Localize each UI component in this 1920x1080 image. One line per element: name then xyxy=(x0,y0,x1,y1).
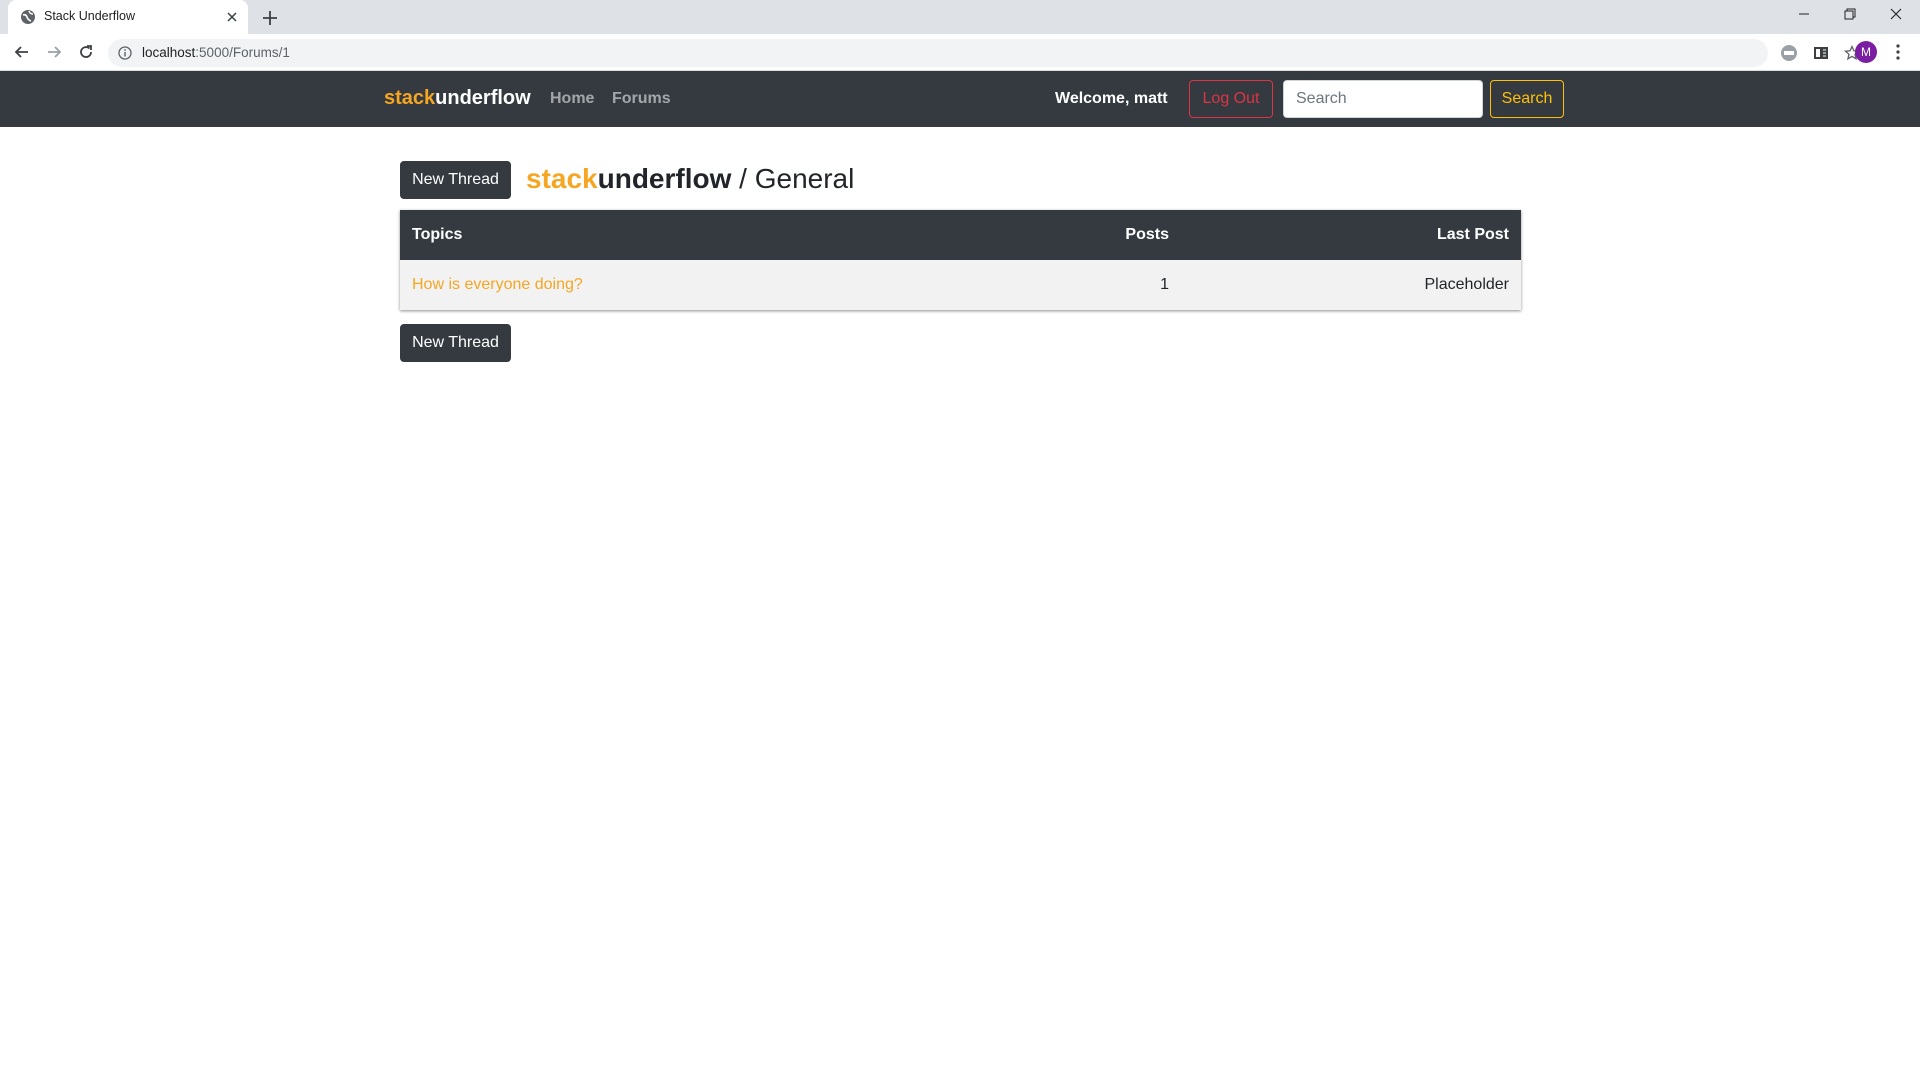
plus-icon[interactable] xyxy=(260,8,280,28)
brand-prefix: stack xyxy=(384,87,436,109)
nav-link-forums[interactable]: Forums xyxy=(612,90,671,108)
globe-icon xyxy=(21,10,35,24)
url-host: localhost xyxy=(142,45,196,60)
tab-title: Stack Underflow xyxy=(44,9,136,23)
column-header-last-post: Last Post xyxy=(1181,210,1521,260)
extension-icon[interactable] xyxy=(1780,44,1798,62)
search-input[interactable] xyxy=(1283,80,1483,118)
site-navbar: stackunderflow Home Forums Welcome, matt… xyxy=(0,71,1920,127)
title-brand-prefix: stack xyxy=(526,163,598,194)
browser-tab[interactable]: Stack Underflow xyxy=(8,0,248,34)
search-button[interactable]: Search xyxy=(1490,80,1564,118)
forward-arrow-icon[interactable] xyxy=(44,42,64,62)
column-header-topics: Topics xyxy=(400,210,981,260)
table-header-row: Topics Posts Last Post xyxy=(400,210,1521,260)
brand-logo[interactable]: stackunderflow xyxy=(384,87,531,110)
browser-toolbar: localhost:5000/Forums/1 M xyxy=(0,34,1920,71)
new-thread-button-top[interactable]: New Thread xyxy=(400,161,511,199)
restore-icon[interactable] xyxy=(1840,6,1860,22)
info-icon[interactable] xyxy=(118,46,132,60)
reload-icon[interactable] xyxy=(76,42,96,62)
page-title: stackunderflow / General xyxy=(526,163,854,195)
brand-suffix: underflow xyxy=(435,87,531,109)
window-close-icon[interactable] xyxy=(1886,6,1906,22)
address-bar[interactable]: localhost:5000/Forums/1 xyxy=(108,39,1860,67)
title-brand-suffix: underflow xyxy=(597,163,732,194)
posts-count-cell: 1 xyxy=(981,260,1181,310)
title-forum-name: / General xyxy=(731,163,855,194)
topics-table: Topics Posts Last Post How is everyone d… xyxy=(400,210,1521,310)
topic-cell: How is everyone doing? xyxy=(400,260,981,310)
reading-list-icon[interactable] xyxy=(1812,44,1830,62)
last-post-cell: Placeholder xyxy=(1181,260,1521,310)
back-arrow-icon[interactable] xyxy=(12,42,32,62)
browser-tab-strip: Stack Underflow xyxy=(0,0,1920,34)
more-menu-icon[interactable] xyxy=(1890,43,1906,61)
topic-link[interactable]: How is everyone doing? xyxy=(412,276,583,293)
table-row: How is everyone doing? 1 Placeholder xyxy=(400,260,1521,310)
close-icon[interactable] xyxy=(224,9,240,25)
url-text: localhost:5000/Forums/1 xyxy=(142,45,290,60)
profile-avatar[interactable]: M xyxy=(1855,41,1877,63)
new-thread-button-bottom[interactable]: New Thread xyxy=(400,324,511,362)
nav-link-home[interactable]: Home xyxy=(550,90,594,108)
logout-button[interactable]: Log Out xyxy=(1189,80,1273,118)
minimize-icon[interactable] xyxy=(1794,6,1814,22)
column-header-posts: Posts xyxy=(981,210,1181,260)
url-path: :5000/Forums/1 xyxy=(195,45,290,60)
welcome-text: Welcome, matt xyxy=(1055,90,1168,107)
